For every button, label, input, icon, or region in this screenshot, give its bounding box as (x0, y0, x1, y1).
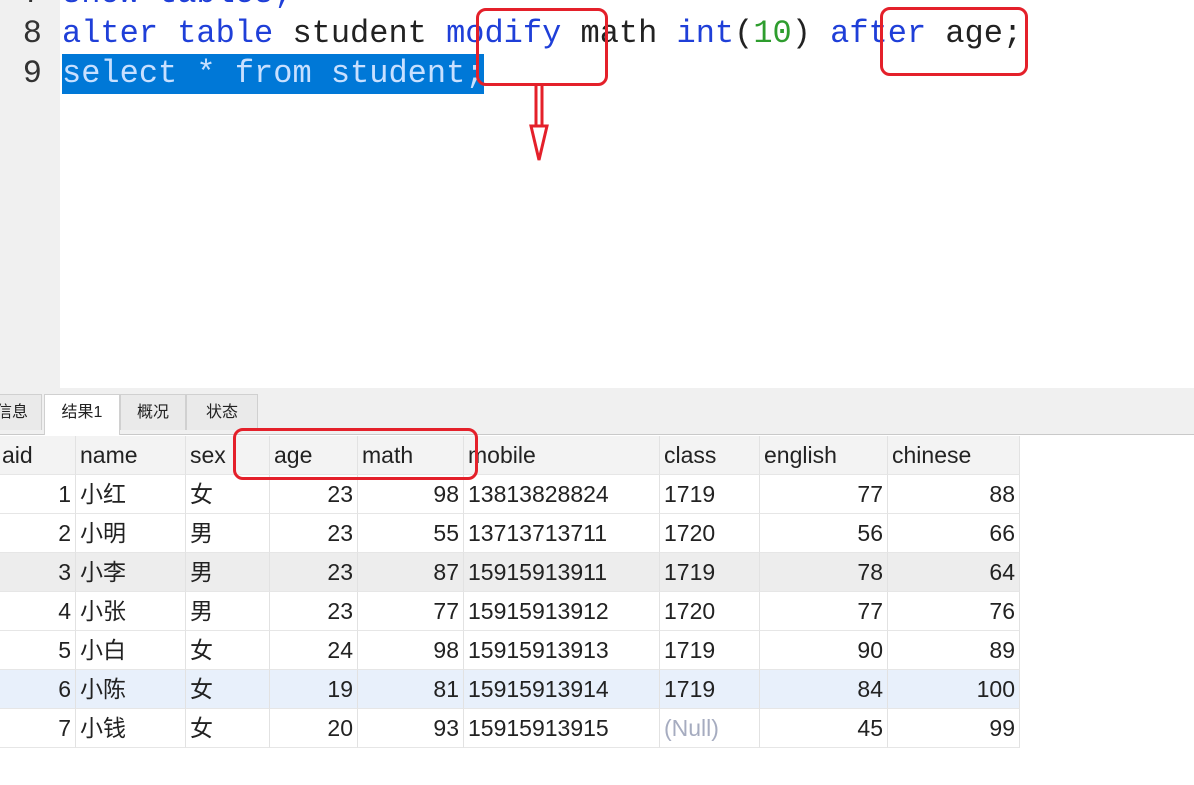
table-cell-age[interactable]: 23 (270, 475, 358, 514)
paren-open: ( (734, 15, 754, 52)
annotation-arrow-down-icon (529, 84, 549, 161)
table-cell-chinese[interactable]: 89 (888, 631, 1020, 670)
table-cell-english[interactable]: 78 (760, 553, 888, 592)
line-number-gutter: 7 8 9 (0, 0, 60, 388)
table-cell-class[interactable]: 1719 (660, 553, 760, 592)
table-cell-sex[interactable]: 男 (186, 592, 270, 631)
table-cell-sex[interactable]: 女 (186, 709, 270, 748)
paren-close: ) (791, 15, 831, 52)
result-tab-bar: 信息 结果1 概况 状态 (0, 388, 1194, 435)
line-number-9: 9 (22, 55, 42, 92)
table-cell-aid[interactable]: 4 (0, 592, 76, 631)
table-cell-chinese[interactable]: 64 (888, 553, 1020, 592)
table-cell-age[interactable]: 23 (270, 514, 358, 553)
table-cell-mobile[interactable]: 15915913914 (464, 670, 660, 709)
table-cell-math[interactable]: 87 (358, 553, 464, 592)
code-line-9-selected[interactable]: select * from student; (62, 54, 485, 94)
keyword-int: int (676, 15, 735, 52)
table-cell-chinese[interactable]: 99 (888, 709, 1020, 748)
table-cell-aid[interactable]: 3 (0, 553, 76, 592)
table-cell-sex[interactable]: 男 (186, 553, 270, 592)
table-cell-name[interactable]: 小明 (76, 514, 186, 553)
table-cell-math[interactable]: 55 (358, 514, 464, 553)
annotation-box-age-math (233, 428, 478, 480)
tab-status[interactable]: 状态 (186, 394, 258, 430)
table-cell-english[interactable]: 90 (760, 631, 888, 670)
table-cell-class[interactable]: 1719 (660, 670, 760, 709)
column-header-class[interactable]: class (660, 436, 760, 475)
table-cell-aid[interactable]: 1 (0, 475, 76, 514)
table-cell-aid[interactable]: 6 (0, 670, 76, 709)
table-cell-class[interactable]: 1720 (660, 592, 760, 631)
table-cell-sex[interactable]: 男 (186, 514, 270, 553)
table-cell-age[interactable]: 23 (270, 592, 358, 631)
table-cell-age[interactable]: 24 (270, 631, 358, 670)
table-cell-english[interactable]: 45 (760, 709, 888, 748)
table-cell-chinese[interactable]: 100 (888, 670, 1020, 709)
keyword-alter-table: alter table (62, 15, 274, 52)
column-header-name[interactable]: name (76, 436, 186, 475)
tab-profile[interactable]: 概况 (120, 394, 186, 430)
table-cell-chinese[interactable]: 66 (888, 514, 1020, 553)
table-cell-age[interactable]: 19 (270, 670, 358, 709)
identifier-student: student (273, 15, 447, 52)
tab-info[interactable]: 信息 (0, 394, 42, 430)
table-cell-age[interactable]: 23 (270, 553, 358, 592)
table-cell-aid[interactable]: 5 (0, 631, 76, 670)
column-header-aid[interactable]: aid (0, 436, 76, 475)
table-cell-class[interactable]: 1720 (660, 514, 760, 553)
table-cell-mobile[interactable]: 15915913912 (464, 592, 660, 631)
table-cell-mobile[interactable]: 13813828824 (464, 475, 660, 514)
table-cell-math[interactable]: 98 (358, 475, 464, 514)
table-cell-sex[interactable]: 女 (186, 631, 270, 670)
table-cell-class[interactable]: 1719 (660, 631, 760, 670)
table-cell-aid[interactable]: 2 (0, 514, 76, 553)
code-line-7[interactable]: show tables; (62, 0, 292, 14)
table-cell-mobile[interactable]: 15915913915 (464, 709, 660, 748)
table-cell-english[interactable]: 77 (760, 475, 888, 514)
table-cell-name[interactable]: 小白 (76, 631, 186, 670)
table-cell-chinese[interactable]: 76 (888, 592, 1020, 631)
table-cell-name[interactable]: 小陈 (76, 670, 186, 709)
table-cell-mobile[interactable]: 15915913913 (464, 631, 660, 670)
number-10: 10 (753, 15, 792, 52)
table-cell-sex[interactable]: 女 (186, 475, 270, 514)
table-cell-math[interactable]: 93 (358, 709, 464, 748)
table-cell-name[interactable]: 小红 (76, 475, 186, 514)
table-cell-math[interactable]: 98 (358, 631, 464, 670)
table-cell-aid[interactable]: 7 (0, 709, 76, 748)
table-cell-mobile[interactable]: 13713713711 (464, 514, 660, 553)
table-cell-chinese[interactable]: 88 (888, 475, 1020, 514)
column-header-mobile[interactable]: mobile (464, 436, 660, 475)
table-cell-english[interactable]: 84 (760, 670, 888, 709)
table-cell-mobile[interactable]: 15915913911 (464, 553, 660, 592)
table-cell-class[interactable]: 1719 (660, 475, 760, 514)
table-cell-math[interactable]: 81 (358, 670, 464, 709)
table-cell-english[interactable]: 56 (760, 514, 888, 553)
table-cell-name[interactable]: 小钱 (76, 709, 186, 748)
line-number-7: 7 (0, 0, 42, 14)
table-cell-english[interactable]: 77 (760, 592, 888, 631)
column-header-english[interactable]: english (760, 436, 888, 475)
table-cell-math[interactable]: 77 (358, 592, 464, 631)
table-cell-name[interactable]: 小李 (76, 553, 186, 592)
sql-editor[interactable]: 7 8 9 show tables; alter table student m… (0, 0, 1194, 388)
table-cell-class[interactable]: (Null) (660, 709, 760, 748)
table-cell-age[interactable]: 20 (270, 709, 358, 748)
annotation-box-modify (476, 8, 608, 86)
table-cell-name[interactable]: 小张 (76, 592, 186, 631)
annotation-box-after (880, 7, 1028, 76)
tab-result-1[interactable]: 结果1 (44, 394, 120, 435)
column-header-chinese[interactable]: chinese (888, 436, 1020, 475)
table-cell-sex[interactable]: 女 (186, 670, 270, 709)
line-number-8: 8 (22, 15, 42, 52)
